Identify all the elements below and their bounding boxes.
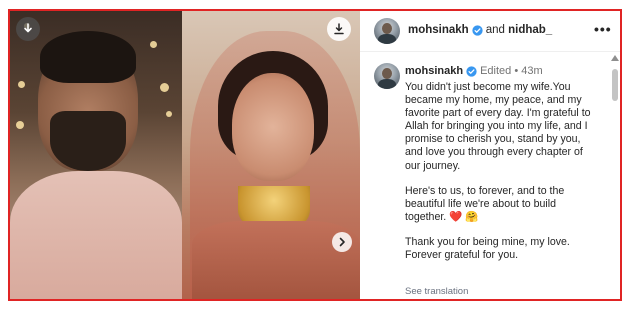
caption-paragraph: You didn't just become my wife.You becam… xyxy=(405,81,591,172)
download-icon xyxy=(24,23,32,33)
comment-author-username[interactable]: mohsinakh xyxy=(405,65,463,77)
groom-photo xyxy=(10,11,182,299)
post-details-panel: mohsinakh and nidhab_ ••• mohsinakh Edit… xyxy=(360,11,620,299)
download-button-right[interactable] xyxy=(327,17,351,41)
scroll-up-arrow-icon[interactable] xyxy=(611,55,619,61)
comment-meta: mohsinakh Edited • 43m xyxy=(405,65,543,77)
author-avatar[interactable] xyxy=(374,18,400,44)
bokeh-light xyxy=(160,83,169,92)
caption-text: You didn't just become my wife.You becam… xyxy=(405,81,600,262)
groom-beard xyxy=(50,111,126,171)
comments-scrollbar[interactable] xyxy=(611,55,619,299)
comment-timestamp[interactable]: 43m xyxy=(521,65,542,77)
post-authors: mohsinakh and nidhab_ xyxy=(408,24,552,36)
comment-author-avatar[interactable] xyxy=(374,63,400,89)
chevron-right-icon xyxy=(339,237,345,247)
carousel-next-button[interactable] xyxy=(332,232,352,252)
more-options-icon[interactable]: ••• xyxy=(594,22,612,36)
bokeh-light xyxy=(150,41,157,48)
bokeh-light xyxy=(18,81,25,88)
caption-paragraph: Thank you for being mine, my love. Forev… xyxy=(405,235,570,262)
groom-kurta xyxy=(10,171,182,299)
bokeh-light xyxy=(16,121,24,129)
see-translation-link[interactable]: See translation xyxy=(405,286,468,297)
emoji-heart-hug: ❤️ 🤗 xyxy=(449,210,479,223)
authors-connector: and xyxy=(485,24,505,36)
verified-badge-icon xyxy=(466,65,477,77)
caption-paragraph: Here's to us, to forever, and to the bea… xyxy=(405,184,565,223)
bokeh-light xyxy=(166,111,172,117)
bride-lehenga xyxy=(192,221,360,299)
download-button-left[interactable] xyxy=(16,17,40,41)
verified-badge-icon xyxy=(472,24,483,36)
post-header: mohsinakh and nidhab_ ••• xyxy=(360,11,620,52)
bride-head xyxy=(232,73,314,181)
edited-label: Edited xyxy=(480,65,512,77)
post-window: mohsinakh and nidhab_ ••• mohsinakh Edit… xyxy=(8,9,622,301)
coauthor-username[interactable]: nidhab_ xyxy=(508,24,552,36)
caption-comment: mohsinakh Edited • 43m You didn't just b… xyxy=(360,52,608,299)
download-icon xyxy=(334,23,344,35)
post-media-carousel[interactable] xyxy=(10,11,360,299)
author-username[interactable]: mohsinakh xyxy=(408,24,469,36)
groom-hair xyxy=(40,31,136,83)
scrollbar-thumb[interactable] xyxy=(612,69,618,101)
